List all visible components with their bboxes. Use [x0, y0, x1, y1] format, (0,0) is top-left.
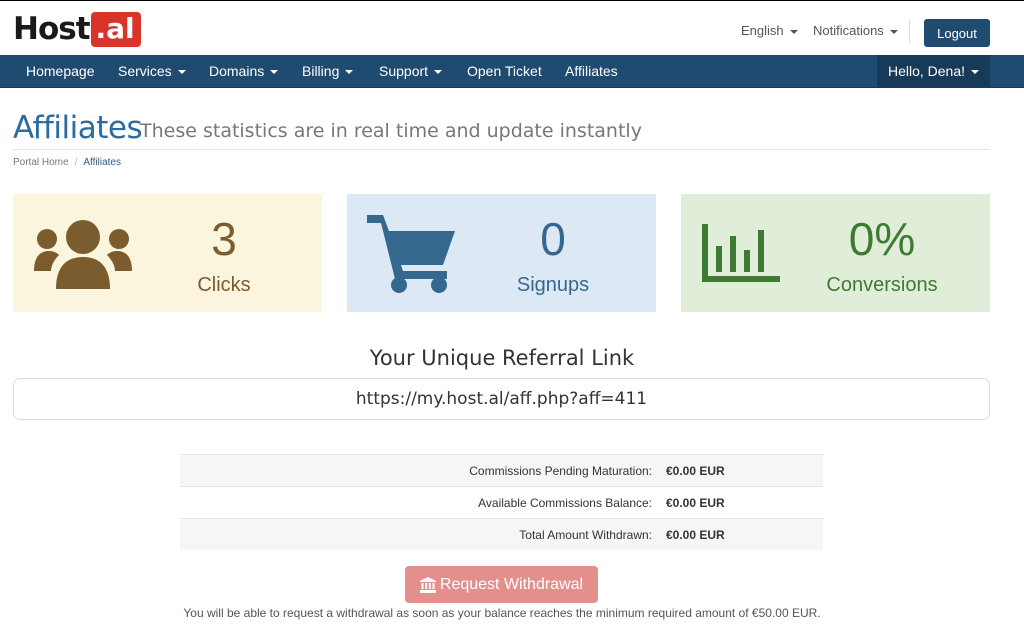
nav-item-label: Support [379, 63, 429, 79]
nav-item-open-ticket[interactable]: Open Ticket [467, 55, 542, 88]
table-row: Available Commissions Balance: €0.00 EUR [180, 486, 823, 519]
main-nav: Homepage Services Domains Billing Suppor… [0, 55, 1024, 88]
logo-badge: .al [90, 11, 141, 47]
referral-title: Your Unique Referral Link [369, 346, 635, 370]
nav-item-services[interactable]: Services [118, 55, 186, 88]
nav-item-label: Services [118, 63, 172, 79]
stat-card-clicks: 3 Clicks [13, 194, 322, 312]
stat-signups-label: Signups [516, 274, 590, 296]
bank-icon [419, 576, 436, 593]
divider [13, 149, 990, 150]
notifications-dropdown[interactable]: Notifications [813, 23, 898, 38]
commission-label: Total Amount Withdrawn: [180, 518, 666, 550]
breadcrumb-separator: / [74, 157, 78, 168]
logo-text: Host [13, 11, 91, 47]
commission-value: €0.00 EUR [666, 486, 823, 519]
bar-chart-icon [702, 224, 780, 282]
users-icon [34, 220, 132, 289]
withdrawal-note: You will be able to request a withdrawal… [183, 606, 821, 620]
commission-value: €0.00 EUR [666, 518, 823, 550]
chevron-down-icon [434, 70, 443, 75]
breadcrumb-current: Affiliates [83, 157, 121, 168]
stat-conversions-label: Conversions [826, 274, 938, 296]
chevron-down-icon [345, 70, 354, 75]
logout-button[interactable]: Logout [924, 19, 990, 47]
commissions-table: Commissions Pending Maturation: €0.00 EU… [180, 454, 823, 550]
shopping-cart-icon [367, 215, 455, 293]
stat-conversions-value: 0% [848, 213, 916, 265]
nav-item-label: Open Ticket [467, 63, 542, 79]
account-menu[interactable]: Hello, Dena! [877, 55, 990, 88]
stat-clicks-label: Clicks [197, 274, 251, 296]
divider [909, 19, 910, 43]
commission-label: Available Commissions Balance: [180, 486, 666, 519]
nav-item-billing[interactable]: Billing [302, 55, 354, 88]
stat-clicks-value: 3 [211, 213, 237, 265]
chevron-down-icon [177, 70, 186, 75]
table-row: Total Amount Withdrawn: €0.00 EUR [180, 518, 823, 550]
nav-item-label: Homepage [26, 63, 95, 79]
chevron-down-icon [971, 70, 980, 75]
commission-label: Commissions Pending Maturation: [180, 454, 666, 487]
top-header: Host .al English Notifications Logout [0, 0, 1024, 55]
stat-card-conversions: 0% Conversions [681, 194, 990, 312]
account-menu-label: Hello, Dena! [887, 63, 966, 79]
chevron-down-icon [889, 29, 898, 34]
breadcrumb: Portal Home / Affiliates [13, 157, 121, 168]
stat-card-signups: 0 Signups [347, 194, 656, 312]
chevron-down-icon [789, 29, 798, 34]
nav-item-label: Domains [209, 63, 265, 79]
nav-item-label: Billing [302, 63, 340, 79]
page-subtitle: These statistics are in real time and up… [140, 120, 642, 142]
chevron-down-icon [270, 70, 279, 75]
breadcrumb-home-link[interactable]: Portal Home [13, 157, 69, 168]
nav-item-support[interactable]: Support [379, 55, 443, 88]
nav-item-affiliates[interactable]: Affiliates [565, 55, 618, 88]
language-dropdown[interactable]: English [741, 23, 798, 38]
table-row: Commissions Pending Maturation: €0.00 EU… [180, 454, 823, 487]
language-label: English [741, 23, 784, 38]
notifications-label: Notifications [813, 23, 884, 38]
nav-item-label: Affiliates [565, 63, 618, 79]
nav-item-domains[interactable]: Domains [209, 55, 279, 88]
page-title: Affiliates [13, 110, 143, 146]
nav-item-homepage[interactable]: Homepage [26, 55, 95, 88]
referral-link-field[interactable]: https://my.host.al/aff.php?aff=411 [13, 378, 990, 420]
logo[interactable]: Host .al [13, 10, 141, 48]
request-withdrawal-label: Request Withdrawal [439, 575, 584, 593]
commission-value: €0.00 EUR [666, 454, 823, 487]
stat-signups-value: 0 [540, 213, 566, 265]
request-withdrawal-button[interactable]: Request Withdrawal [405, 566, 598, 603]
